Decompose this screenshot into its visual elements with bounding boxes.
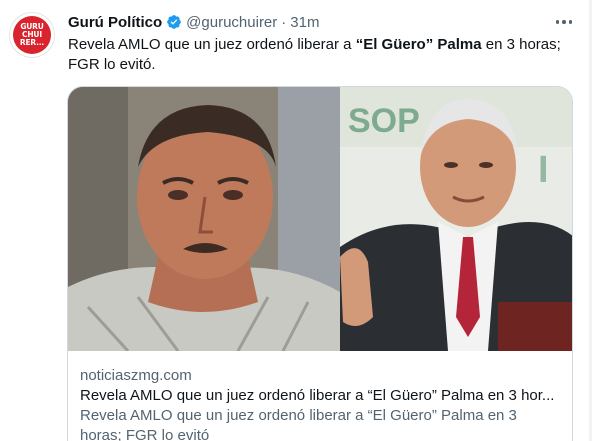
card-title[interactable]: Revela AMLO que un juez ordenó liberar a…: [80, 386, 560, 406]
tweet[interactable]: GURU CHUI RER... Gurú Político @guruchuire…: [0, 0, 592, 441]
card-description: Revela AMLO que un juez ordenó liberar a…: [80, 407, 517, 441]
avatar[interactable]: GURU CHUI RER...: [9, 12, 55, 58]
display-name[interactable]: Gurú Político: [68, 14, 162, 31]
card-domain[interactable]: noticiaszmg.com: [80, 366, 560, 386]
svg-text:SOP: SOP: [348, 102, 420, 140]
timestamp[interactable]: 31m: [290, 14, 319, 31]
card-meta: noticiaszmg.com Revela AMLO que un juez …: [80, 366, 560, 441]
user-handle[interactable]: @guruchuirer: [186, 14, 277, 31]
card-image[interactable]: SOP I: [68, 87, 572, 351]
svg-text:I: I: [538, 149, 549, 191]
tweet-text-bold: “El Güero”: [355, 36, 434, 53]
tweet-text-part: Revela AMLO que un juez ordenó liberar a: [68, 36, 356, 53]
link-preview-card[interactable]: SOP I noticiaszmg.com Revela AMLO que un…: [67, 86, 573, 441]
tweet-text: Revela AMLO que un juez ordenó liberar a…: [68, 35, 578, 75]
more-options-icon[interactable]: [555, 12, 572, 32]
verified-badge-icon[interactable]: [166, 14, 182, 30]
tweet-text-bold: Palma: [437, 36, 482, 53]
tweet-header: Gurú Político @guruchuirer · 31m: [68, 12, 319, 32]
avatar-logo-text: GURU CHUI RER...: [19, 22, 45, 47]
avatar-logo: GURU CHUI RER...: [13, 16, 51, 54]
separator-dot: ·: [281, 13, 287, 31]
card-photo-composite: SOP I: [68, 87, 572, 351]
